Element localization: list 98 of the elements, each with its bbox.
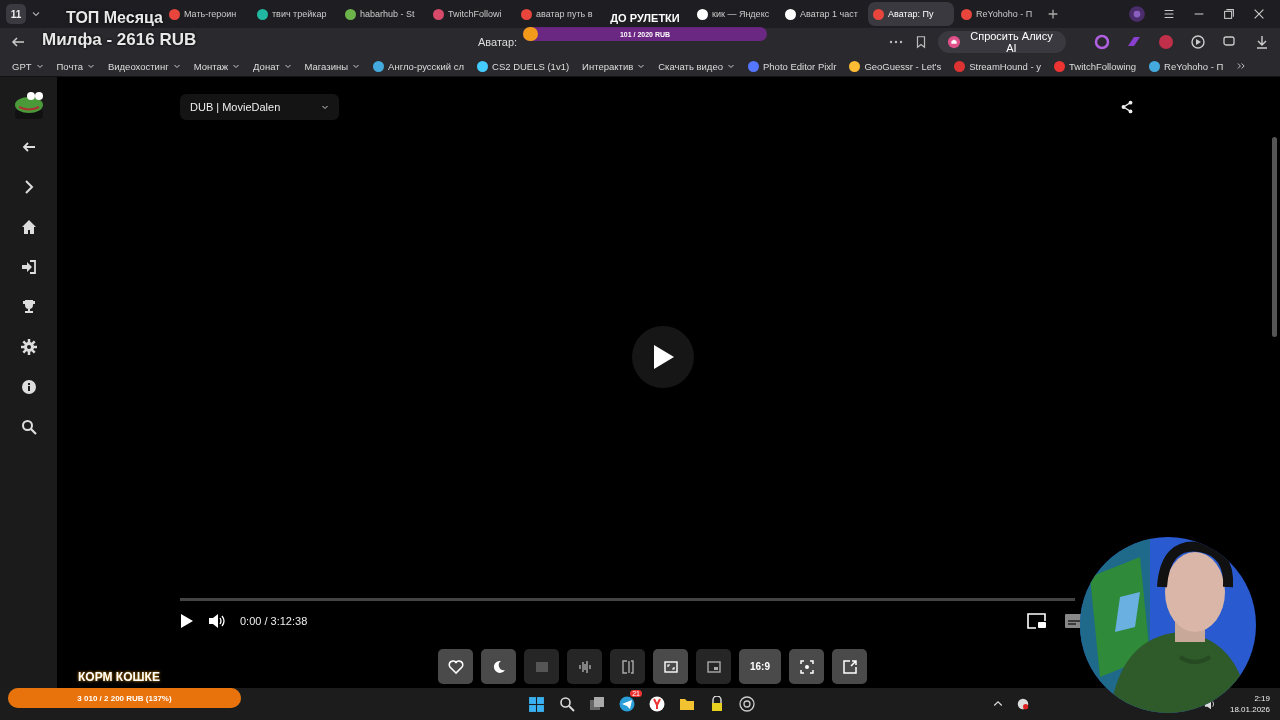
overlay-title: ТОП Месяца bbox=[66, 9, 163, 27]
site-icon bbox=[433, 8, 444, 20]
overlay-title: КОРМ КОШКЕ bbox=[78, 670, 160, 684]
info-icon[interactable] bbox=[20, 379, 37, 395]
browser-tab[interactable]: ReYohoho - П bbox=[956, 2, 1042, 26]
aspect-ratio-button[interactable]: 16:9 bbox=[739, 649, 781, 684]
assistant-icon bbox=[947, 35, 961, 49]
avatar-icon bbox=[1128, 5, 1146, 23]
browser-tab[interactable]: твич трейкар bbox=[252, 2, 338, 26]
play-circle-icon bbox=[1190, 34, 1206, 50]
extension-icon bbox=[1158, 34, 1174, 50]
chevron-down-icon bbox=[321, 103, 329, 111]
windows-start-icon bbox=[528, 695, 545, 713]
page-title: Аватар: bbox=[478, 36, 519, 48]
chevron-down-icon bbox=[352, 62, 361, 70]
more-bookmarks-icon bbox=[1236, 61, 1247, 71]
home-icon[interactable] bbox=[20, 219, 37, 235]
browser-tab[interactable]: TwitchFollowi bbox=[428, 2, 514, 26]
chevron-down-icon bbox=[86, 62, 95, 70]
bookmark[interactable]: Видеохостинг bbox=[107, 60, 181, 72]
playback-time: 0:00 / 3:12:38 bbox=[240, 615, 308, 627]
bookmark[interactable]: GeoGuessr - Let's bbox=[849, 60, 942, 72]
chevron-down-icon bbox=[727, 62, 735, 70]
site-icon bbox=[521, 8, 532, 20]
site-icon bbox=[697, 8, 708, 20]
restore-icon bbox=[1222, 7, 1236, 21]
browser-tab[interactable]: кик — Яндекс bbox=[692, 2, 778, 26]
bookmark[interactable]: Скачать видео bbox=[658, 60, 735, 72]
bookmark[interactable]: Магазины bbox=[304, 60, 361, 72]
folder-icon bbox=[679, 696, 695, 712]
browser-tab[interactable]: аватар путь в bbox=[516, 2, 602, 26]
bookmark[interactable]: Интерактив bbox=[582, 60, 646, 72]
voice-select[interactable]: DUB | MovieDalen bbox=[180, 94, 339, 120]
menu-icon bbox=[1162, 7, 1176, 21]
clock-time: 2:19 bbox=[1254, 694, 1270, 703]
site-icon bbox=[748, 60, 759, 72]
close-icon bbox=[1252, 7, 1266, 21]
clock-date: 18.01.2026 bbox=[1229, 705, 1270, 714]
bookmark[interactable]: Photo Editor Pixlr bbox=[748, 60, 837, 72]
tab-counter[interactable]: 11 bbox=[6, 4, 26, 24]
overlay-title: ДО РУЛЕТКИ bbox=[610, 12, 680, 24]
external-link-icon[interactable] bbox=[832, 649, 867, 684]
site-icon bbox=[849, 60, 861, 72]
moon-icon[interactable] bbox=[481, 649, 516, 684]
chevron-down-icon bbox=[637, 62, 646, 70]
site-icon bbox=[257, 8, 268, 20]
bookmark[interactable]: StreamHound - y bbox=[954, 60, 1041, 72]
site-icon bbox=[873, 8, 884, 20]
bookmark-icon bbox=[914, 35, 928, 49]
bookmark[interactable]: Монтаж bbox=[193, 60, 241, 72]
download-icon bbox=[1254, 34, 1270, 50]
browser-tab[interactable]: Мать-героин bbox=[164, 2, 250, 26]
bookmark[interactable]: Донат bbox=[253, 60, 292, 72]
trophy-icon[interactable] bbox=[20, 299, 37, 315]
bookmark[interactable]: TwitchFollowing bbox=[1054, 60, 1137, 72]
bookmark[interactable]: GPT bbox=[12, 60, 44, 72]
fit-screen-icon[interactable] bbox=[653, 649, 688, 684]
mirror-icon[interactable] bbox=[610, 649, 645, 684]
ring-icon bbox=[1094, 34, 1110, 50]
site-icon bbox=[961, 8, 972, 20]
ask-assistant-button[interactable]: Спросить Алису AI bbox=[938, 31, 1066, 53]
search-icon[interactable] bbox=[20, 419, 37, 435]
chevron-down-icon bbox=[35, 62, 44, 70]
chevron-down-icon bbox=[283, 62, 292, 70]
site-icon bbox=[785, 8, 796, 20]
goal-progress-bar: 3 010 / 2 200 RUB (137%) bbox=[8, 688, 241, 708]
picture-in-picture-icon[interactable] bbox=[1027, 613, 1047, 629]
login-icon[interactable] bbox=[20, 259, 37, 275]
browser-icon bbox=[649, 696, 665, 712]
site-icon bbox=[477, 60, 488, 72]
task-view-icon bbox=[589, 696, 605, 712]
aperture-icon bbox=[739, 696, 755, 712]
play-icon[interactable] bbox=[180, 613, 194, 629]
site-icon bbox=[1054, 60, 1065, 72]
bookmark[interactable]: Почта bbox=[56, 60, 95, 72]
site-icon bbox=[345, 8, 356, 20]
bookmark[interactable]: CS2 DUELS (1v1) bbox=[477, 60, 570, 72]
site-icon bbox=[954, 60, 966, 72]
search-icon bbox=[559, 696, 575, 712]
browser-tab[interactable]: Аватар: Пу bbox=[868, 2, 954, 26]
volume-icon[interactable] bbox=[208, 613, 226, 629]
waveform-icon[interactable] bbox=[567, 649, 602, 684]
bookmark[interactable]: ReYohoho - П bbox=[1149, 60, 1224, 72]
focus-icon[interactable] bbox=[789, 649, 824, 684]
chevron-down-icon bbox=[172, 62, 181, 70]
site-icon bbox=[169, 8, 180, 20]
plus-icon bbox=[1046, 7, 1060, 21]
record-icon bbox=[1015, 697, 1030, 711]
settings-icon[interactable] bbox=[20, 339, 37, 355]
bookmark[interactable]: Англо-русский сл bbox=[373, 60, 464, 72]
chevron-down-icon bbox=[232, 62, 241, 70]
browser-tab[interactable]: habarhub - St bbox=[340, 2, 426, 26]
lock-icon bbox=[709, 696, 725, 712]
overlay-text: Милфа - 2616 RUB bbox=[42, 30, 197, 50]
browser-tab[interactable]: Аватар 1 част bbox=[780, 2, 866, 26]
site-icon bbox=[1149, 60, 1161, 72]
site-icon bbox=[373, 60, 385, 72]
paper-plane-icon[interactable] bbox=[619, 696, 635, 712]
